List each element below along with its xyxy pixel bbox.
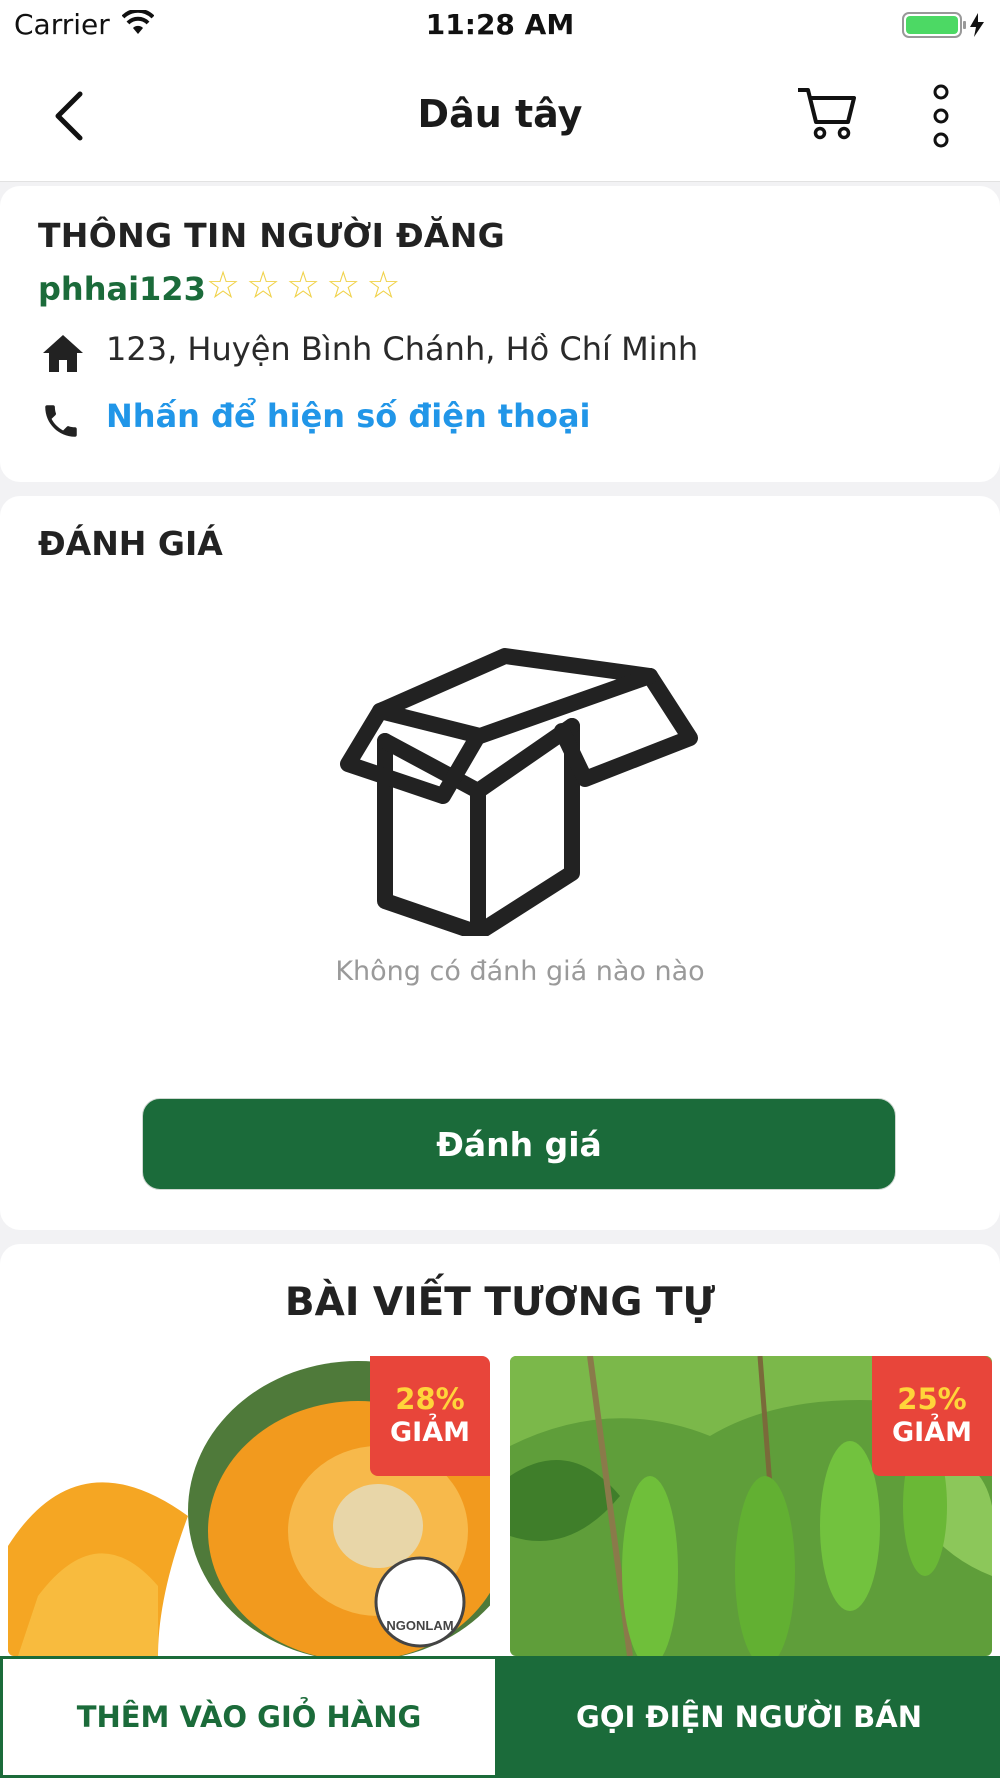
empty-box-icon xyxy=(340,648,698,936)
call-seller-button[interactable]: GỌI ĐIỆN NGƯỜI BÁN xyxy=(498,1656,1000,1778)
status-time: 11:28 AM xyxy=(425,8,575,41)
discount-badge: 25% GIẢM xyxy=(872,1356,992,1476)
discount-percent: 25% xyxy=(897,1382,967,1417)
battery-icon xyxy=(902,12,984,38)
show-phone-link[interactable]: Nhấn để hiện số điện thoại xyxy=(106,397,591,435)
seller-address: 123, Huyện Bình Chánh, Hồ Chí Minh xyxy=(106,330,699,368)
star-icon: ☆ xyxy=(286,263,321,307)
product-card-gourd[interactable]: 25% GIẢM xyxy=(510,1356,992,1656)
watermark-text: NGONLAM xyxy=(386,1618,453,1633)
discount-label: GIẢM xyxy=(892,1417,972,1449)
reviews-card: ĐÁNH GIÁ Không có đánh giá nào nào Đánh … xyxy=(0,496,1000,1230)
status-bar: Carrier 11:28 AM xyxy=(0,0,1000,50)
product-card-pumpkin[interactable]: NGONLAM 28% GIẢM xyxy=(8,1356,490,1656)
seller-username[interactable]: phhai123 xyxy=(38,270,206,308)
more-vertical-icon[interactable] xyxy=(924,84,958,148)
discount-badge: 28% GIẢM xyxy=(370,1356,490,1476)
navbar: Dâu tây xyxy=(0,50,1000,182)
home-icon xyxy=(43,335,83,372)
seller-info-card: THÔNG TIN NGƯỜI ĐĂNG phhai123 ☆ ☆ ☆ ☆ ☆ … xyxy=(0,186,1000,482)
star-icon: ☆ xyxy=(366,263,401,307)
seller-rating: ☆ ☆ ☆ ☆ ☆ xyxy=(206,266,400,304)
reviews-heading: ĐÁNH GIÁ xyxy=(38,524,223,563)
seller-heading: THÔNG TIN NGƯỜI ĐĂNG xyxy=(38,216,506,255)
star-icon: ☆ xyxy=(326,263,361,307)
bottom-action-bar: THÊM VÀO GIỎ HÀNG GỌI ĐIỆN NGƯỜI BÁN xyxy=(0,1656,1000,1778)
similar-heading: BÀI VIẾT TƯƠNG TỰ xyxy=(284,1280,716,1325)
phone-icon xyxy=(45,405,77,437)
star-icon: ☆ xyxy=(206,263,241,307)
empty-reviews-text: Không có đánh giá nào nào xyxy=(335,956,705,987)
discount-percent: 28% xyxy=(395,1382,465,1417)
discount-label: GIẢM xyxy=(390,1417,470,1449)
add-to-cart-button[interactable]: THÊM VÀO GIỎ HÀNG xyxy=(0,1656,498,1778)
write-review-button[interactable]: Đánh giá xyxy=(142,1098,896,1190)
star-icon: ☆ xyxy=(246,263,281,307)
cart-icon[interactable] xyxy=(796,86,858,142)
